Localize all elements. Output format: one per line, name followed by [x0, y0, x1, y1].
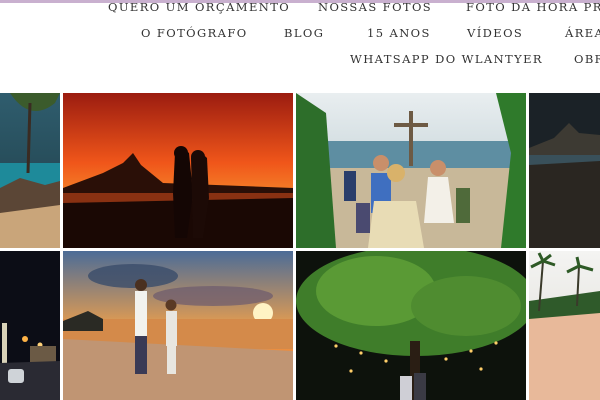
- gallery-photo-night-village[interactable]: [0, 251, 60, 400]
- gallery-photo-palm-beach[interactable]: [529, 251, 600, 400]
- photo-beach-wedding-image: [296, 93, 526, 248]
- gallery-photo-coastal-cliffs[interactable]: [0, 93, 60, 248]
- photo-night-tree-image: [296, 251, 526, 400]
- gallery-photo-night-tree[interactable]: [296, 251, 526, 400]
- gallery-photo-beach-sunset-couple[interactable]: [63, 251, 293, 400]
- gallery-photo-night-rock[interactable]: [529, 93, 600, 248]
- gallery-photo-beach-wedding[interactable]: [296, 93, 526, 248]
- nav-foto-da-hora[interactable]: FOTO DA HORA PRA: [466, 0, 600, 14]
- nav-obr[interactable]: OBR: [574, 52, 600, 66]
- photo-gallery: [0, 93, 600, 400]
- photo-sunset-couple-image: [63, 93, 293, 248]
- nav-whatsapp[interactable]: WHATSAPP DO WLANTYER: [350, 52, 543, 66]
- gallery-photo-sunset-couple[interactable]: [63, 93, 293, 248]
- photo-beach-sunset-couple-image: [63, 251, 293, 400]
- photo-night-rock-image: [529, 93, 600, 248]
- nav-15-anos[interactable]: 15 ANOS: [367, 26, 431, 40]
- nav-blog[interactable]: BLOG: [284, 26, 324, 40]
- photo-coastal-cliffs-image: [0, 93, 60, 248]
- nav-o-fotografo[interactable]: O FOTÓGRAFO: [141, 26, 248, 40]
- photo-palm-beach-image: [529, 251, 600, 400]
- nav-videos[interactable]: VÍDEOS: [467, 26, 523, 40]
- nav-quero-orcamento[interactable]: QUERO UM ORÇAMENTO: [108, 0, 290, 14]
- nav-area[interactable]: ÁREA: [565, 26, 600, 40]
- photo-night-village-image: [0, 251, 60, 400]
- nav-nossas-fotos[interactable]: NOSSAS FOTOS: [318, 0, 432, 14]
